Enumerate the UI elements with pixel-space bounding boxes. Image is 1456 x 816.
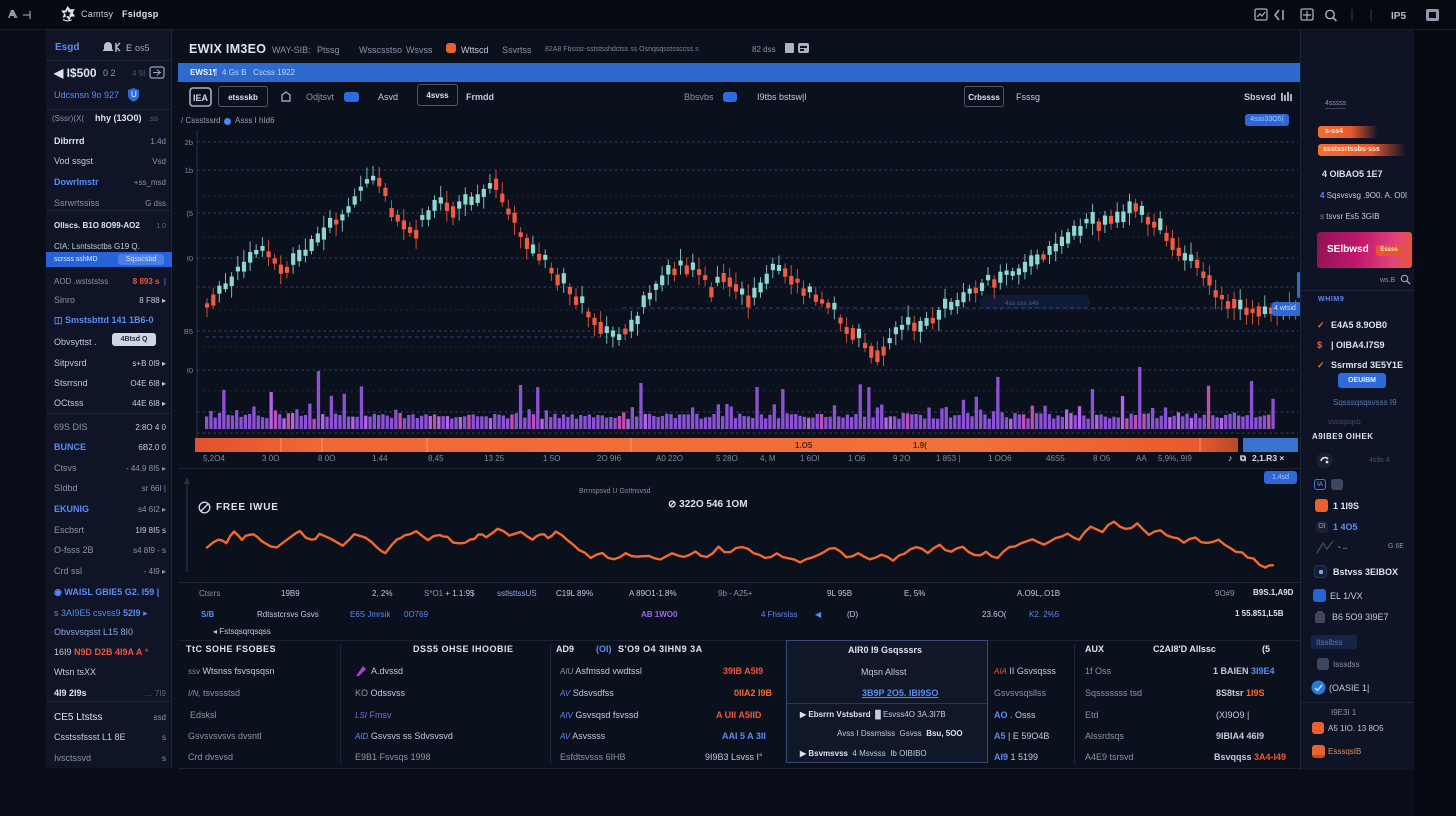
svg-text:8 0O: 8 0O [318,454,335,463]
svg-text:8 O5: 8 O5 [1093,454,1111,463]
svg-text:8.45: 8.45 [428,454,444,463]
svg-text:46S5: 46S5 [1046,454,1065,463]
svg-text:A0 22O: A0 22O [656,454,683,463]
svg-text:4ss sss s4s: 4ss sss s4s [1005,300,1039,307]
svg-text:1 OO6: 1 OO6 [988,454,1012,463]
svg-text:2,1.R3 ×: 2,1.R3 × [1252,453,1284,463]
svg-text:⧉: ⧉ [1240,453,1247,463]
svg-text:1.9(: 1.9( [913,441,927,450]
svg-text:5,9%, 9I9: 5,9%, 9I9 [1158,454,1192,463]
svg-text:1 5O: 1 5O [543,454,560,463]
svg-text:9 2O: 9 2O [893,454,910,463]
svg-text:5 28O: 5 28O [716,454,738,463]
svg-text:4, M: 4, M [760,454,776,463]
svg-text:1b: 1b [185,166,193,175]
svg-text:AA: AA [1136,454,1147,463]
svg-text:IP5: IP5 [1391,11,1406,22]
svg-text:(5: (5 [186,209,193,218]
svg-text:5,2O4: 5,2O4 [203,454,225,463]
svg-text:IEA: IEA [193,93,209,103]
svg-text:♪: ♪ [1228,453,1232,463]
svg-text:1 6OI: 1 6OI [800,454,820,463]
svg-text:I0: I0 [187,254,193,263]
svg-text:13 25: 13 25 [484,454,505,463]
svg-text:3 0O: 3 0O [262,454,279,463]
svg-text:1 O6: 1 O6 [848,454,866,463]
svg-text:E: E [126,43,132,53]
svg-text:4 wtsid: 4 wtsid [1274,305,1296,312]
svg-text:os5: os5 [135,43,150,53]
svg-text:1.O5: 1.O5 [795,441,813,450]
svg-text:2O 9I6: 2O 9I6 [597,454,622,463]
svg-text:2b: 2b [185,138,193,147]
svg-text:1 853 |: 1 853 | [936,454,960,463]
svg-text:1.44: 1.44 [372,454,388,463]
svg-text:B5: B5 [184,327,193,336]
svg-text:I0: I0 [187,366,193,375]
svg-text:U: U [131,90,137,99]
